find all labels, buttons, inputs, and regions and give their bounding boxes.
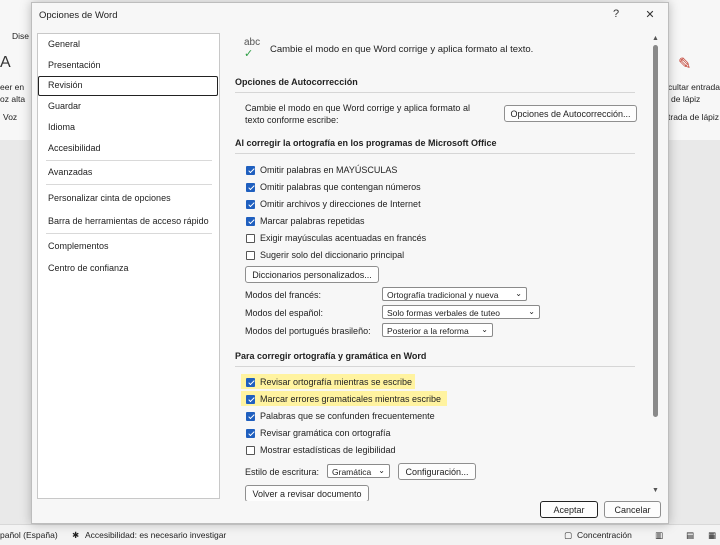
voice-group-label: Voz bbox=[3, 112, 18, 122]
french-accents-label: Exigir mayúsculas acentuadas en francés bbox=[260, 233, 427, 243]
french-accents-checkbox[interactable] bbox=[246, 234, 255, 243]
close-button[interactable]: ✕ bbox=[640, 8, 660, 21]
nav-item-trust-center[interactable]: Centro de confianza bbox=[38, 259, 219, 279]
nav-divider bbox=[46, 233, 212, 234]
check-spelling-checkbox[interactable] bbox=[246, 378, 255, 387]
mark-grammar-checkbox[interactable] bbox=[246, 395, 255, 404]
nav-item-accessibility[interactable]: Accesibilidad bbox=[38, 139, 219, 159]
nav-divider bbox=[46, 160, 212, 161]
writing-settings-button[interactable]: Configuración... bbox=[398, 463, 476, 480]
flag-repeated-label: Marcar palabras repetidas bbox=[260, 216, 365, 226]
status-bar: pañol (España) ✱ Accesibilidad: es neces… bbox=[0, 524, 720, 545]
ribbon-tab-design[interactable]: Dise bbox=[12, 31, 29, 41]
section-divider bbox=[235, 92, 635, 93]
ignore-uppercase-label: Omitir palabras en MAYÚSCULAS bbox=[260, 165, 398, 175]
scroll-up-icon[interactable]: ▲ bbox=[651, 35, 660, 42]
flag-repeated-checkbox[interactable] bbox=[246, 217, 255, 226]
focus-icon: ▢ bbox=[564, 530, 573, 540]
scrollbar-thumb[interactable] bbox=[653, 45, 658, 417]
accessibility-icon: ✱ bbox=[72, 530, 80, 540]
check-spelling-label: Revisar ortografía mientras se escribe bbox=[260, 377, 413, 387]
ignore-internet-label: Omitir archivos y direcciones de Interne… bbox=[260, 199, 421, 209]
ignore-numbers-label: Omitir palabras que contengan números bbox=[260, 182, 421, 192]
dialog-title: Opciones de Word bbox=[39, 10, 118, 21]
proofing-panel: abc ✓ Cambie el modo en que Word corrige… bbox=[227, 31, 652, 501]
nav-item-presentation[interactable]: Presentación bbox=[38, 56, 219, 76]
confused-words-label: Palabras que se confunden frecuentemente bbox=[260, 411, 435, 421]
recheck-document-button[interactable]: Volver a revisar documento bbox=[245, 485, 369, 501]
ink-icon[interactable]: ✎ bbox=[678, 54, 691, 74]
autocorrect-desc-1: Cambie el modo en que Word corrige y apl… bbox=[245, 103, 470, 113]
french-modes-select[interactable]: Ortografía tradicional y nueva ⌄ bbox=[382, 287, 527, 301]
word-spelling-header: Para corregir ortografía y gramática en … bbox=[235, 351, 427, 361]
hide-ink-label-1: cultar entrada bbox=[668, 82, 720, 92]
status-accessibility[interactable]: Accesibilidad: es necesario investigar bbox=[85, 530, 226, 540]
writing-style-select[interactable]: Gramática ⌄ bbox=[327, 464, 390, 478]
ok-button[interactable]: Aceptar bbox=[540, 501, 598, 518]
status-focus[interactable]: Concentración bbox=[577, 530, 632, 540]
word-options-dialog: Opciones de Word ? ✕ General Presentació… bbox=[31, 2, 669, 524]
grammar-with-spelling-checkbox[interactable] bbox=[246, 429, 255, 438]
french-modes-label: Modos del francés: bbox=[245, 290, 322, 300]
readability-stats-label: Mostrar estadísticas de legibilidad bbox=[260, 445, 396, 455]
read-mode-icon[interactable]: ▥ bbox=[655, 530, 663, 541]
help-button[interactable]: ? bbox=[606, 8, 626, 20]
nav-item-proofing[interactable]: Revisión bbox=[38, 76, 218, 96]
readability-stats-checkbox[interactable] bbox=[246, 446, 255, 455]
read-aloud-icon[interactable]: A bbox=[0, 54, 11, 72]
dialog-titlebar: Opciones de Word ? ✕ bbox=[32, 3, 668, 29]
spanish-modes-select[interactable]: Solo formas verbales de tuteo ⌄ bbox=[382, 305, 540, 319]
writing-style-label: Estilo de escritura: bbox=[245, 467, 320, 477]
autocorrect-header: Opciones de Autocorrección bbox=[235, 77, 358, 87]
read-aloud-label-2: oz alta bbox=[0, 94, 26, 104]
ignore-internet-checkbox[interactable] bbox=[246, 200, 255, 209]
nav-item-addins[interactable]: Complementos bbox=[38, 237, 219, 257]
main-dictionary-label: Sugerir solo del diccionario principal bbox=[260, 250, 405, 260]
grammar-with-spelling-label: Revisar gramática con ortografía bbox=[260, 428, 391, 438]
hide-ink-label-2: de lápiz bbox=[671, 94, 701, 104]
office-spelling-header: Al corregir la ortografía en los program… bbox=[235, 138, 497, 148]
autocorrect-desc-2: texto conforme escribe: bbox=[245, 115, 339, 125]
section-divider bbox=[235, 366, 635, 367]
options-navigation: General Presentación Revisión Guardar Id… bbox=[37, 33, 220, 499]
read-aloud-label-1: eer en bbox=[0, 82, 25, 92]
ignore-numbers-checkbox[interactable] bbox=[246, 183, 255, 192]
panel-scrollbar[interactable]: ▲ ▼ bbox=[651, 35, 660, 497]
intro-text: Cambie el modo en que Word corrige y apl… bbox=[270, 44, 534, 55]
confused-words-checkbox[interactable] bbox=[246, 412, 255, 421]
portuguese-modes-select[interactable]: Posterior a la reforma ⌄ bbox=[382, 323, 493, 337]
chevron-down-icon: ⌄ bbox=[515, 289, 522, 298]
chevron-down-icon: ⌄ bbox=[378, 466, 385, 475]
chevron-down-icon: ⌄ bbox=[528, 307, 535, 316]
nav-item-language[interactable]: Idioma bbox=[38, 118, 219, 138]
ignore-uppercase-checkbox[interactable] bbox=[246, 166, 255, 175]
print-layout-icon[interactable]: ▤ bbox=[686, 530, 694, 541]
ink-group-label: trada de lápiz bbox=[668, 112, 720, 122]
chevron-down-icon: ⌄ bbox=[481, 325, 488, 334]
checkmark-icon: ✓ bbox=[244, 48, 254, 60]
nav-divider bbox=[46, 184, 212, 185]
web-layout-icon[interactable]: ▦ bbox=[708, 530, 716, 541]
scroll-down-icon[interactable]: ▼ bbox=[651, 487, 660, 494]
portuguese-modes-label: Modos del portugués brasileño: bbox=[245, 326, 371, 336]
nav-item-quick-access-toolbar[interactable]: Barra de herramientas de acceso rápido bbox=[38, 212, 219, 232]
status-language[interactable]: pañol (España) bbox=[0, 530, 58, 540]
autocorrect-options-button[interactable]: Opciones de Autocorrección... bbox=[504, 105, 637, 122]
nav-item-save[interactable]: Guardar bbox=[38, 97, 219, 117]
nav-item-customize-ribbon[interactable]: Personalizar cinta de opciones bbox=[38, 189, 219, 209]
nav-item-general[interactable]: General bbox=[38, 35, 219, 55]
section-divider bbox=[235, 153, 635, 154]
spanish-modes-label: Modos del español: bbox=[245, 308, 324, 318]
mark-grammar-label: Marcar errores gramaticales mientras esc… bbox=[260, 394, 442, 404]
main-dictionary-checkbox[interactable] bbox=[246, 251, 255, 260]
nav-item-advanced[interactable]: Avanzadas bbox=[38, 163, 219, 183]
cancel-button[interactable]: Cancelar bbox=[604, 501, 661, 518]
custom-dictionaries-button[interactable]: Diccionarios personalizados... bbox=[245, 266, 379, 283]
